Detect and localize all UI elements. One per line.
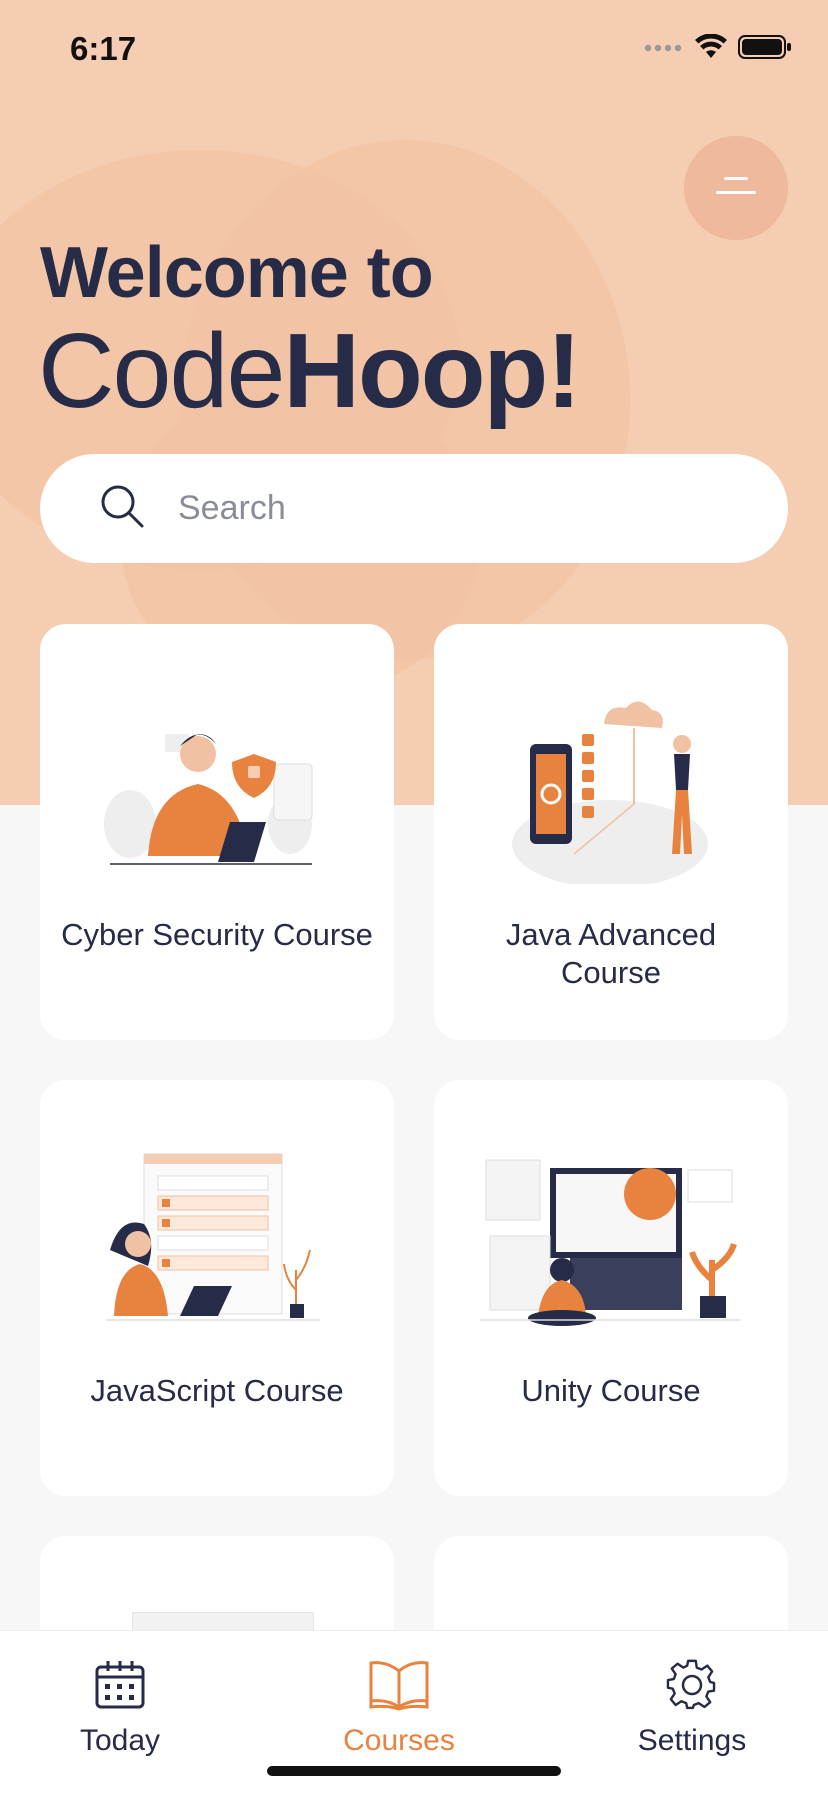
search-icon <box>40 482 146 535</box>
course-card-javascript[interactable]: JavaScript Course <box>40 1080 394 1496</box>
tab-settings[interactable]: Settings <box>592 1659 792 1758</box>
menu-icon <box>714 171 758 206</box>
course-card-java-advanced[interactable]: Java Advanced Course <box>434 624 788 1040</box>
javascript-illustration <box>40 1140 394 1340</box>
tab-label: Today <box>79 1724 161 1757</box>
calendar-icon <box>94 1661 146 1715</box>
course-title: Cyber Security Course <box>61 917 373 952</box>
tab-today[interactable]: Today <box>20 1659 220 1758</box>
course-title: JavaScript Course <box>90 1373 344 1408</box>
course-card-cyber-security[interactable]: Cyber Security Course <box>40 624 394 1040</box>
brand-title: CodeHoop! <box>38 318 582 424</box>
tab-label: Courses <box>343 1724 455 1757</box>
status-bar: 6:17 <box>0 0 828 100</box>
menu-button[interactable] <box>684 136 788 240</box>
gear-icon <box>666 1659 718 1715</box>
wifi-icon <box>694 33 728 65</box>
brand-title-bold: Hoop! <box>283 312 581 430</box>
course-title: Unity Course <box>521 1373 701 1408</box>
tab-courses[interactable]: Courses <box>299 1659 499 1758</box>
unity-illustration <box>434 1140 788 1340</box>
home-indicator <box>267 1766 561 1776</box>
course-card-unity[interactable]: Unity Course <box>434 1080 788 1496</box>
status-icons <box>644 33 792 65</box>
signal-icon <box>644 41 684 59</box>
search-bar[interactable] <box>40 454 788 563</box>
search-input[interactable] <box>176 488 740 529</box>
book-icon <box>367 1661 431 1715</box>
tab-label: Settings <box>637 1724 747 1757</box>
battery-icon <box>738 34 792 65</box>
brand-title-regular: Code <box>38 312 285 430</box>
java-advanced-illustration <box>434 684 788 888</box>
status-time: 6:17 <box>70 30 137 67</box>
cyber-security-illustration <box>40 684 394 884</box>
welcome-heading: Welcome to <box>40 233 434 313</box>
course-title: Java Advanced Course <box>505 917 717 990</box>
